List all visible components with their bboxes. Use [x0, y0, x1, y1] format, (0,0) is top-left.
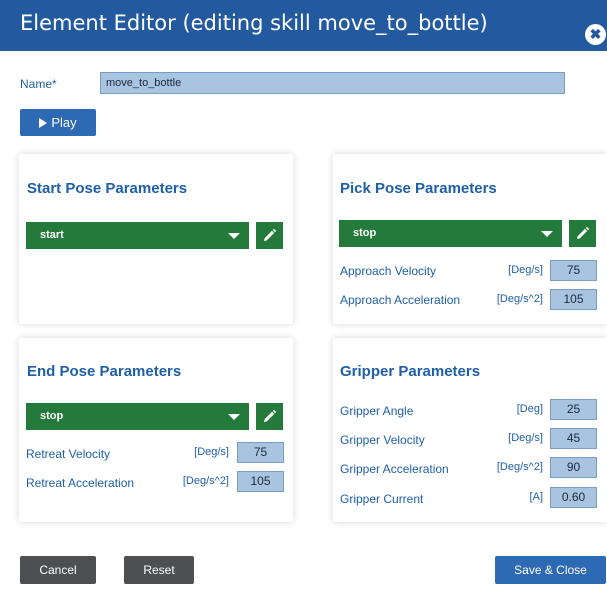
chevron-down-icon — [228, 233, 240, 239]
gripper-acceleration-field[interactable]: 90 — [550, 457, 597, 478]
retreat-velocity-label: Retreat Velocity — [26, 447, 111, 461]
name-input[interactable] — [100, 72, 565, 94]
pencil-icon — [264, 410, 276, 422]
chevron-down-icon — [541, 231, 553, 237]
pick-pose-dropdown[interactable]: stop — [339, 220, 562, 247]
gripper-velocity-label: Gripper Velocity — [340, 433, 425, 447]
gripper-acceleration-unit: [Deg/s^2] — [496, 461, 543, 473]
pick-pose-edit-button[interactable] — [569, 220, 596, 247]
play-icon — [39, 117, 48, 128]
gripper-title: Gripper Parameters — [340, 363, 481, 380]
end-pose-title: End Pose Parameters — [27, 363, 182, 380]
gripper-angle-field[interactable]: 25 — [550, 399, 597, 420]
approach-velocity-label: Approach Velocity — [340, 264, 437, 278]
approach-velocity-unit: [Deg/s] — [508, 264, 543, 276]
play-button-label: Play — [51, 115, 77, 130]
gripper-velocity-unit: [Deg/s] — [508, 432, 543, 444]
cancel-button[interactable]: Cancel — [20, 556, 96, 584]
start-pose-panel: Start Pose Parameters start — [19, 154, 293, 324]
reset-button[interactable]: Reset — [124, 556, 194, 584]
chevron-down-icon — [228, 414, 240, 420]
retreat-acceleration-unit: [Deg/s^2] — [182, 475, 229, 487]
start-pose-dropdown[interactable]: start — [26, 222, 249, 249]
start-pose-selected: start — [40, 229, 64, 241]
retreat-velocity-field[interactable]: 75 — [237, 442, 284, 463]
approach-acceleration-label: Approach Acceleration — [340, 293, 461, 307]
gripper-current-unit: [A] — [529, 491, 543, 503]
pencil-icon — [264, 229, 276, 241]
save-and-close-button[interactable]: Save & Close — [495, 556, 606, 584]
retreat-acceleration-label: Retreat Acceleration — [26, 476, 135, 490]
gripper-panel: Gripper Parameters Gripper Angle [Deg] 2… — [333, 338, 607, 522]
close-icon[interactable]: ✖ — [585, 24, 606, 45]
window-title: Element Editor (editing skill move_to_bo… — [20, 11, 488, 35]
approach-acceleration-unit: [Deg/s^2] — [496, 293, 543, 305]
play-button[interactable]: Play — [20, 109, 96, 136]
pick-pose-panel: Pick Pose Parameters stop Approach Veloc… — [333, 154, 607, 324]
gripper-current-label: Gripper Current — [340, 492, 424, 506]
gripper-acceleration-label: Gripper Acceleration — [340, 462, 449, 476]
end-pose-edit-button[interactable] — [256, 403, 283, 430]
pick-pose-selected: stop — [353, 227, 377, 239]
start-pose-title: Start Pose Parameters — [27, 180, 188, 197]
pencil-icon — [577, 227, 589, 239]
end-pose-dropdown[interactable]: stop — [26, 403, 249, 430]
start-pose-edit-button[interactable] — [256, 222, 283, 249]
approach-velocity-field[interactable]: 75 — [550, 260, 597, 281]
gripper-angle-label: Gripper Angle — [340, 404, 414, 418]
retreat-velocity-unit: [Deg/s] — [194, 446, 229, 458]
end-pose-selected: stop — [40, 410, 64, 422]
name-label: Name* — [20, 77, 57, 91]
end-pose-panel: End Pose Parameters stop Retreat Velocit… — [19, 338, 293, 522]
gripper-velocity-field[interactable]: 45 — [550, 428, 597, 449]
approach-acceleration-field[interactable]: 105 — [550, 289, 597, 310]
pick-pose-title: Pick Pose Parameters — [340, 180, 497, 197]
gripper-angle-unit: [Deg] — [516, 403, 543, 415]
title-bar: Element Editor (editing skill move_to_bo… — [0, 0, 607, 51]
retreat-acceleration-field[interactable]: 105 — [237, 471, 284, 492]
gripper-current-field[interactable]: 0.60 — [550, 487, 597, 508]
